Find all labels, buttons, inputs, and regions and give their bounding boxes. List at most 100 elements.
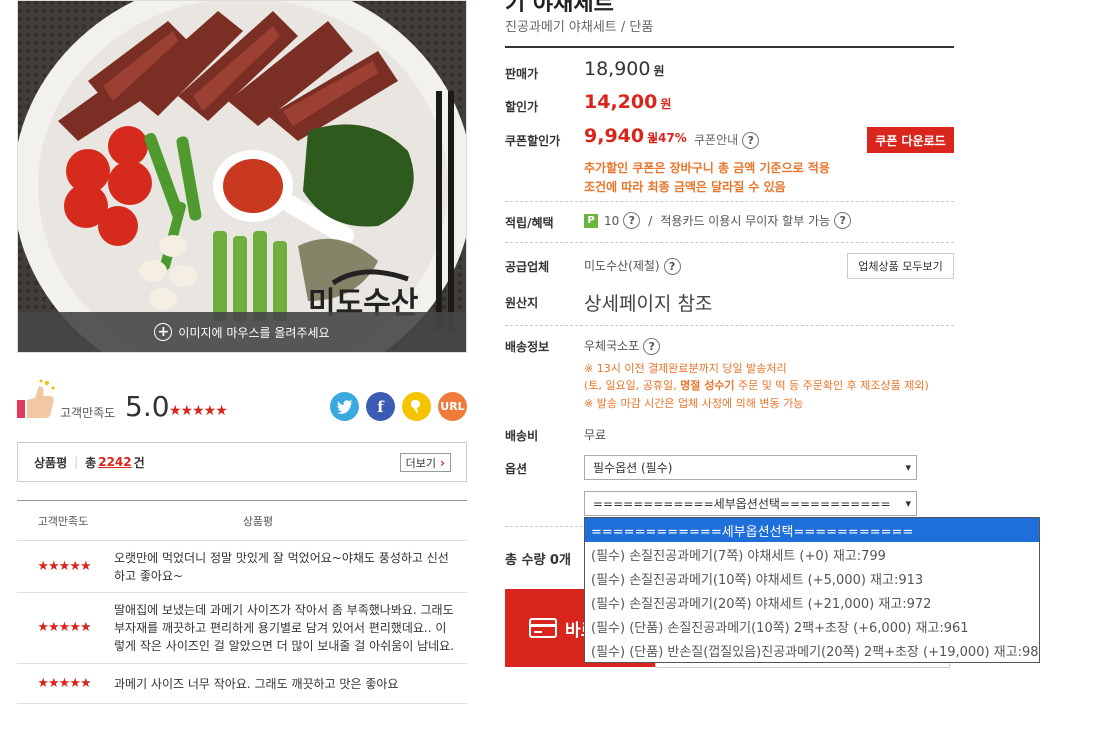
facebook-icon: f <box>377 397 384 416</box>
shipping-note-3: ※ 발송 마감 시간은 업체 사정에 의해 변동 가능 <box>584 397 804 410</box>
kakaostory-icon <box>410 399 420 414</box>
origin-value: 상세페이지 참조 <box>584 293 713 315</box>
review-count: 2242 <box>98 455 132 469</box>
table-row[interactable]: ★★★★★ 과메기 사이즈 너무 작아요. 그래도 깨끗하고 맛은 좋아요 <box>17 664 467 704</box>
coupon-info-label: 쿠폰안내 <box>694 133 739 147</box>
chevron-right-icon: › <box>440 455 445 470</box>
row-text: 오랫만에 먹었더니 정말 맛있게 잘 먹었어요~야채도 풍성하고 신선하고 좋아… <box>114 550 449 583</box>
coupon-download-button[interactable]: 쿠폰 다운로드 <box>867 127 954 153</box>
sale-price: 14,200 원 <box>584 91 671 113</box>
option-item[interactable]: (필수) 손질진공과메기(10쪽) 야채세트 (+5,000) 재고:913 <box>585 566 1039 590</box>
shipping-note-1: ※ 13시 이전 결제완료분까지 당일 발송처리 <box>584 362 787 375</box>
shipping-method: 우체국소포? <box>584 337 661 355</box>
more-reviews-button[interactable]: 더보기 › <box>399 453 451 472</box>
card-benefit: 적용카드 이용시 무이자 할부 가능 <box>660 214 831 228</box>
chevron-down-icon: ▾ <box>905 497 911 510</box>
divider <box>505 325 954 326</box>
shipping-method-value: 우체국소포 <box>584 339 640 353</box>
supplier-name: 미도수산(제철) <box>584 259 660 273</box>
sale-price-label: 할인가 <box>505 100 539 114</box>
coupon-price-value: 9,940 <box>584 125 645 147</box>
image-hint-text: 이미지에 마우스를 올려주세요 <box>178 325 330 340</box>
help-icon[interactable]: ? <box>834 212 852 229</box>
satisfaction-label: 고객만족도 <box>60 406 116 420</box>
review-total-label: 총 <box>85 455 97 470</box>
original-price-value: 18,900 <box>584 58 651 80</box>
col-review: 상품평 <box>242 514 274 528</box>
row-text: 과메기 사이즈 너무 작아요. 그래도 깨끗하고 맛은 좋아요 <box>114 676 399 691</box>
thumbs-up-icon <box>17 379 55 418</box>
coupon-note-1: 추가할인 쿠폰은 장바구니 총 금액 기준으로 적용 <box>584 161 830 175</box>
table-row[interactable]: ★★★★★ 딸애집에 보냈는데 과메기 사이즈가 작아서 좀 부족했나봐요. 그… <box>17 593 467 664</box>
shipping-label: 배송정보 <box>505 340 550 354</box>
origin-label: 원산지 <box>505 296 539 310</box>
card-icon <box>529 618 557 638</box>
coupon-info: 쿠폰안내? <box>694 131 760 149</box>
original-price: 18,900 원 <box>584 58 665 80</box>
won-unit: 원 <box>660 97 672 111</box>
options-label: 옵션 <box>505 462 528 476</box>
help-icon[interactable]: ? <box>663 258 681 275</box>
help-icon[interactable]: ? <box>643 338 661 355</box>
plus-circle-icon: + <box>154 323 173 341</box>
satisfaction-stars: ★★★★★ <box>169 403 228 419</box>
chevron-down-icon: ▾ <box>905 461 911 474</box>
review-table-header: 고객만족도 상품평 <box>17 501 467 541</box>
review-label: 상품평 <box>34 455 68 470</box>
sub-option-dropdown[interactable]: ============세부옵션선택=========== (필수) 손질진공과… <box>584 517 1040 663</box>
row-stars: ★★★★★ <box>37 558 91 574</box>
image-hint-bar: + 이미지에 마우스를 올려주세요 <box>18 312 466 352</box>
share-buttons: f URL <box>330 392 467 421</box>
supplier-label: 공급업체 <box>505 260 550 274</box>
coupon-note-2: 조건에 따라 최종 금액은 달라질 수 있음 <box>584 180 786 194</box>
help-icon[interactable]: ? <box>742 132 760 149</box>
point-badge-icon: P <box>584 213 598 228</box>
coupon-price-label: 쿠폰할인가 <box>505 134 561 148</box>
product-subtitle: 진공과메기 야채세트 / 단품 <box>505 20 654 35</box>
benefit-info: P 10 ? / 적용카드 이용시 무이자 할부 가능 ? <box>584 212 852 229</box>
more-label: 더보기 <box>405 456 437 470</box>
shipping-fee: 무료 <box>584 428 607 442</box>
option-item[interactable]: (필수) (단품) 반손질(껍질있음)진공과메기(20쪽) 2팩+초장 (+19… <box>585 638 1039 662</box>
divider <box>505 242 954 243</box>
option-item[interactable]: (필수) 손질진공과메기(7쪽) 야채세트 (+0) 재고:799 <box>585 542 1039 566</box>
sub-option-value: ============세부옵션선택=========== <box>593 497 891 511</box>
help-icon[interactable]: ? <box>623 212 641 229</box>
required-option-select[interactable]: 필수옵션 (필수) ▾ <box>584 455 917 480</box>
facebook-share-button[interactable]: f <box>366 392 395 421</box>
satisfaction-summary: 고객만족도 5.0 ★★★★★ f URL <box>17 378 467 426</box>
option-item[interactable]: (필수) 손질진공과메기(20쪽) 야채세트 (+21,000) 재고:972 <box>585 590 1039 614</box>
shipping-fee-label: 배송비 <box>505 429 539 443</box>
url-copy-button[interactable]: URL <box>438 392 467 421</box>
satisfaction-score: 5.0 <box>125 390 170 423</box>
required-option-value: 필수옵션 (필수) <box>593 461 673 475</box>
option-item[interactable]: (필수) (단품) 손질진공과메기(10쪽) 2팩+초장 (+6,000) 재고… <box>585 614 1039 638</box>
twitter-share-button[interactable] <box>330 392 359 421</box>
review-summary-bar: 상품평 | 총 2242 건 더보기 › <box>17 442 467 482</box>
row-text: 딸애집에 보냈는데 과메기 사이즈가 작아서 좀 부족했나봐요. 그래도 부자재… <box>114 603 455 653</box>
table-row[interactable]: ★★★★★ 오랫만에 먹었더니 정말 맛있게 잘 먹었어요~야채도 풍성하고 신… <box>17 541 467 593</box>
product-photo: 미도수산 <box>18 1 466 352</box>
review-table: 고객만족도 상품평 ★★★★★ 오랫만에 먹었더니 정말 맛있게 잘 먹었어요~… <box>17 500 467 704</box>
kakao-share-button[interactable] <box>402 392 431 421</box>
shipping-note-2: (토, 일요일, 공휴일, 명절 성수기 주문 및 떡 등 주문확인 후 제조상… <box>584 377 929 393</box>
point-amount: 10 <box>604 213 620 228</box>
product-image[interactable]: 미도수산 + 이미지에 마우스를 올려주세요 <box>17 0 467 353</box>
sub-option-select[interactable]: ============세부옵션선택=========== ▾ <box>584 491 917 516</box>
benefit-label: 적립/혜택 <box>505 216 554 230</box>
original-price-label: 판매가 <box>505 67 539 81</box>
product-title: 기 야채세트 <box>505 0 614 12</box>
option-item-selected[interactable]: ============세부옵션선택=========== <box>585 518 1039 542</box>
supplier-info: 미도수산(제철)? <box>584 257 681 275</box>
discount-rate: ↓47% <box>648 131 687 145</box>
row-stars: ★★★★★ <box>37 620 91 635</box>
slash: / <box>648 213 653 228</box>
review-unit: 건 <box>133 455 145 470</box>
title-divider <box>505 46 954 48</box>
supplier-products-button[interactable]: 업체상품 모두보기 <box>847 253 954 279</box>
twitter-icon <box>336 399 353 414</box>
won-unit: 원 <box>653 64 665 78</box>
total-quantity: 총 수량 0개 <box>505 553 571 568</box>
divider: | <box>74 455 79 469</box>
col-rating: 고객만족도 <box>37 514 89 528</box>
